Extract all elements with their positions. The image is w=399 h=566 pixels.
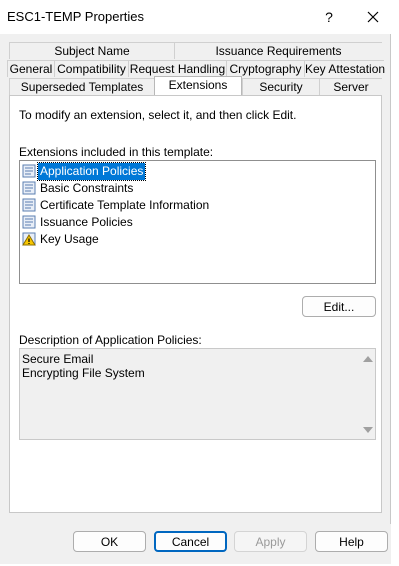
cancel-button[interactable]: Cancel — [154, 531, 227, 552]
extensions-list-label: Extensions included in this template: — [19, 145, 214, 159]
tab-general[interactable]: General — [7, 60, 54, 77]
tab-security[interactable]: Security — [242, 78, 319, 95]
help-button[interactable]: Help — [315, 531, 388, 552]
extension-icon — [22, 198, 36, 212]
tab-issuance-requirements[interactable]: Issuance Requirements — [174, 42, 382, 59]
apply-button: Apply — [234, 531, 307, 552]
ok-button[interactable]: OK — [73, 531, 146, 552]
extension-icon — [22, 215, 36, 229]
tab-request-handling[interactable]: Request Handling — [128, 60, 226, 77]
extension-icon — [22, 181, 36, 195]
desktop-edge — [392, 0, 399, 566]
title-bar: ESC1-TEMP Properties ? — [0, 0, 391, 34]
tab-superseded-templates[interactable]: Superseded Templates — [9, 78, 154, 95]
description-box[interactable]: Secure Email Encrypting File System — [19, 348, 376, 440]
close-icon[interactable] — [360, 4, 386, 30]
description-line: Encrypting File System — [22, 366, 145, 380]
scroll-down-icon[interactable] — [363, 427, 373, 433]
edit-button[interactable]: Edit... — [302, 296, 376, 317]
window-title: ESC1-TEMP Properties — [7, 9, 145, 24]
description-line: Secure Email — [22, 352, 94, 366]
tab-server[interactable]: Server — [319, 78, 382, 95]
tab-extensions[interactable]: Extensions — [154, 76, 242, 95]
extensions-listbox[interactable]: Application Policies Basic Constraints C… — [19, 160, 376, 284]
tab-compatibility[interactable]: Compatibility — [54, 60, 128, 77]
description-scrollbar[interactable] — [360, 349, 375, 439]
description-label: Description of Application Policies: — [19, 333, 202, 347]
scroll-up-icon[interactable] — [363, 356, 373, 362]
instruction-text: To modify an extension, select it, and t… — [19, 108, 297, 122]
tab-subject-name[interactable]: Subject Name — [9, 42, 174, 59]
tab-key-attestation[interactable]: Key Attestation — [304, 60, 385, 77]
extension-icon — [22, 164, 36, 178]
warning-extension-icon — [22, 232, 36, 246]
help-icon[interactable]: ? — [318, 4, 340, 30]
tab-cryptography[interactable]: Cryptography — [226, 60, 304, 77]
properties-dialog: ESC1-TEMP Properties ? Subject Name Issu… — [0, 0, 391, 564]
